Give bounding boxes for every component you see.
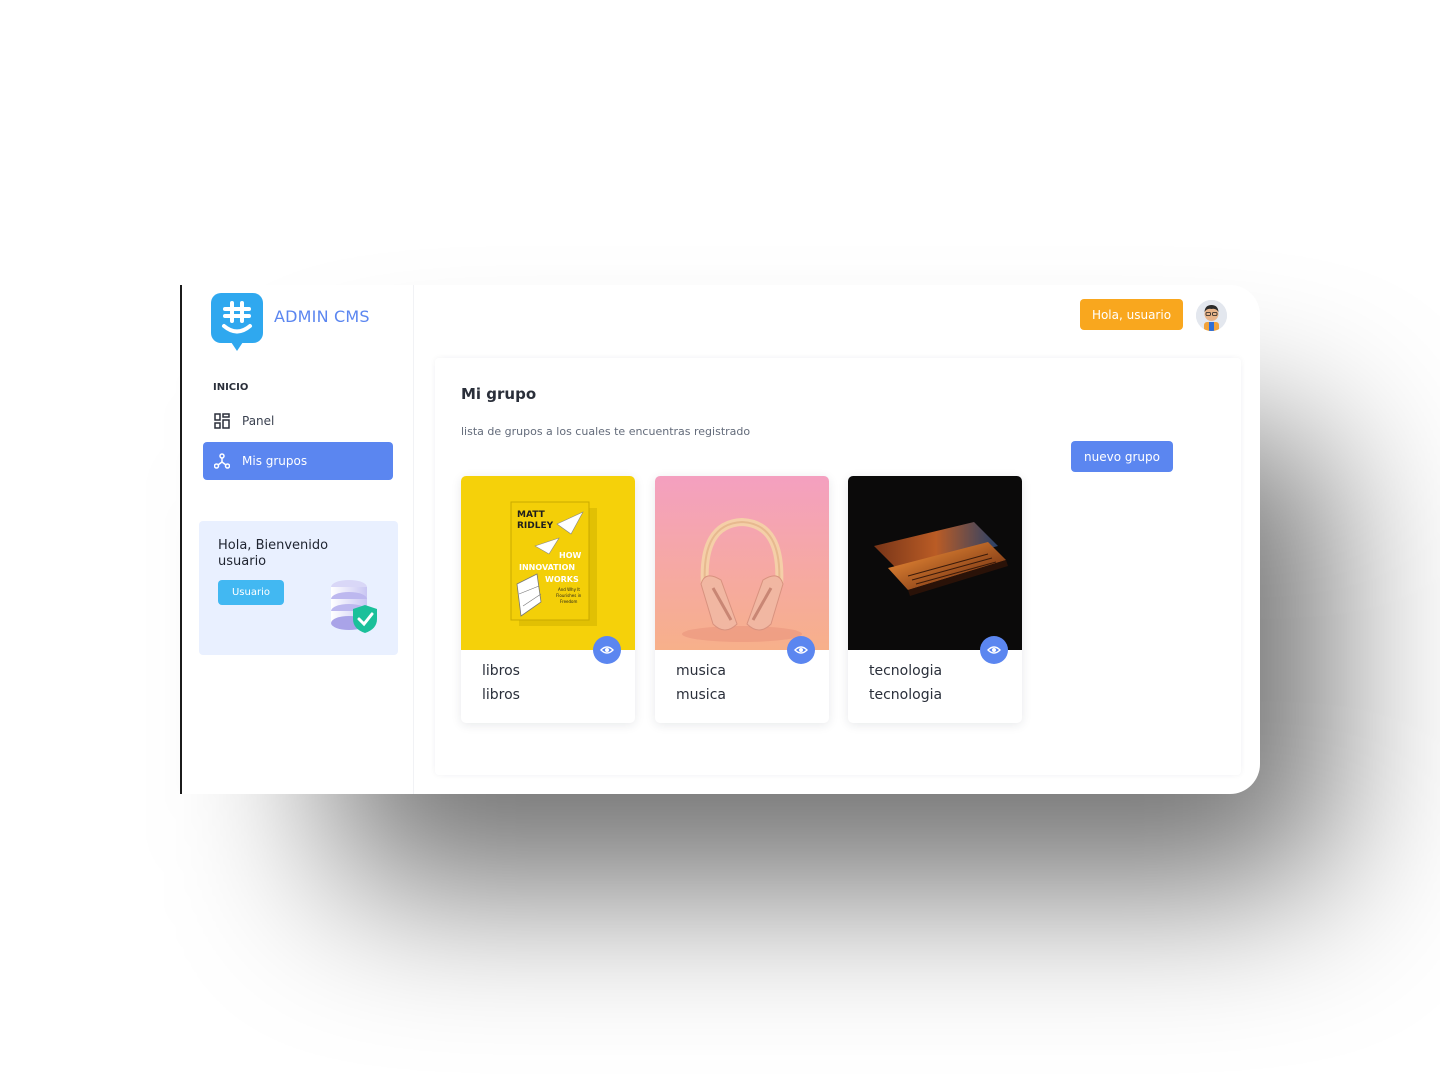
group-card-musica[interactable]: musica musica (655, 476, 829, 723)
groups-card: Mi grupo lista de grupos a los cuales te… (435, 358, 1241, 775)
page-title: Mi grupo (461, 385, 537, 403)
sidebar-item-mis-grupos[interactable]: Mis grupos (203, 442, 393, 480)
headphones-image (655, 476, 829, 650)
welcome-title: Hola, Bienvenido usuario (218, 538, 329, 569)
network-nodes-icon (213, 452, 231, 470)
sidebar-item-label: Mis grupos (242, 454, 308, 468)
brand-name: ADMIN CMS (274, 307, 370, 326)
book-author-first: MATT (517, 510, 546, 520)
group-card-libros[interactable]: MATT RIDLEY HOW INNOVATION WORKS And Why… (461, 476, 635, 723)
nav-section-label: INICIO (213, 382, 249, 393)
user-avatar[interactable] (1196, 300, 1227, 331)
view-group-button[interactable] (787, 636, 815, 664)
app-window: ADMIN CMS INICIO Panel Mis grupos Hola, … (180, 285, 1260, 794)
new-group-button[interactable]: nuevo grupo (1071, 441, 1173, 472)
eye-icon (600, 646, 614, 654)
book-subtitle-line2: Flourishes in (556, 593, 582, 598)
page-subtitle: lista de grupos a los cuales te encuentr… (461, 425, 751, 438)
greeting-button[interactable]: Hola, usuario (1080, 299, 1183, 330)
group-description: tecnologia (869, 687, 943, 703)
group-name: musica (676, 663, 726, 679)
group-name: libros (482, 663, 520, 679)
user-button[interactable]: Usuario (218, 580, 284, 605)
group-description: musica (676, 687, 726, 703)
view-group-button[interactable] (593, 636, 621, 664)
dashboard-grid-icon (213, 412, 231, 430)
book-subtitle-line3: Freedom (560, 599, 577, 604)
eye-icon (794, 646, 808, 654)
sidebar-item-panel[interactable]: Panel (203, 402, 393, 440)
sidebar-item-label: Panel (242, 414, 275, 428)
book-cover-image: MATT RIDLEY HOW INNOVATION WORKS And Why… (461, 476, 635, 650)
view-group-button[interactable] (980, 636, 1008, 664)
welcome-card: Hola, Bienvenido usuario Usuario (199, 521, 398, 655)
database-shield-icon (327, 577, 383, 637)
book-subtitle-line1: And Why It (558, 587, 580, 592)
laptop-image (848, 476, 1022, 650)
hash-smile-chat-icon[interactable] (211, 293, 265, 353)
eye-icon (987, 646, 1001, 654)
book-title-line3: WORKS (545, 575, 579, 584)
group-card-tecnologia[interactable]: tecnologia tecnologia (848, 476, 1022, 723)
book-title-line2: INNOVATION (519, 563, 575, 572)
book-title-line1: HOW (559, 551, 581, 560)
group-description: libros (482, 687, 520, 703)
sidebar: ADMIN CMS INICIO Panel Mis grupos Hola, … (182, 285, 414, 794)
book-author-last: RIDLEY (517, 521, 554, 531)
group-name: tecnologia (869, 663, 943, 679)
